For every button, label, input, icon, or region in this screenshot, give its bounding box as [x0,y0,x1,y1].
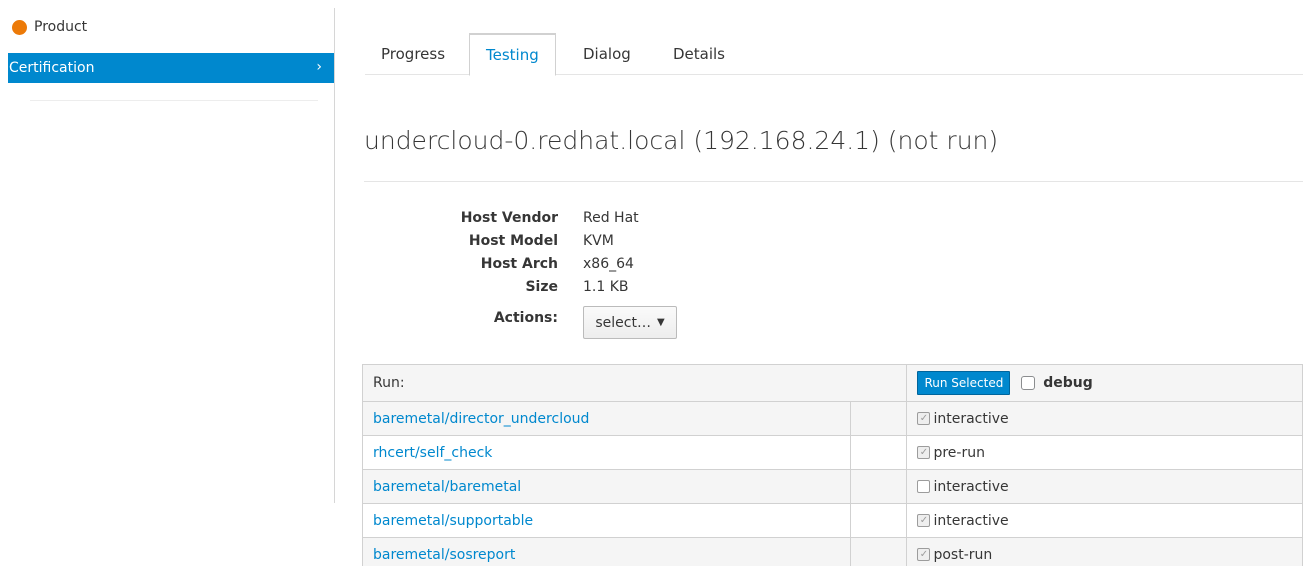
run-table: Run: Run Selected debug baremetal/direct… [361,364,1303,566]
blank-cell [849,435,908,470]
blank-cell [849,503,908,538]
chevron-right-icon: › [316,59,322,75]
table-row: baremetal/director_undercloud ✓ interacti… [362,401,1303,436]
option-label: interactive [933,410,1009,427]
test-name-cell: baremetal/baremetal [362,469,851,504]
test-name-cell: baremetal/sosreport [362,537,851,566]
run-controls-header: Run Selected debug [906,364,1303,402]
test-link[interactable]: baremetal/sosreport [373,547,515,563]
option-checkbox[interactable]: ✓ [917,412,931,425]
detail-row-size: Size 1.1 KB [380,279,980,299]
detail-label: Size [525,279,558,295]
option-label: interactive [933,512,1009,529]
title-divider [364,181,1303,182]
tab-progress[interactable]: Progress [365,33,461,75]
option-cell: interactive [906,469,1303,504]
tab-dialog[interactable]: Dialog [567,33,647,75]
status-dot-icon [13,20,26,34]
detail-value: KVM [583,233,614,249]
tab-testing[interactable]: Testing [469,33,556,76]
option-label: post-run [933,546,993,563]
detail-label: Host Model [468,233,558,249]
detail-value: Red Hat [583,210,639,226]
option-checkbox[interactable]: ✓ [917,446,931,459]
table-row: rhcert/self_check ✓ pre-run [362,435,1303,470]
nav-item-product-label: Product [34,19,88,35]
chevron-down-icon: ▼ [656,317,665,328]
option-label: interactive [933,478,1009,495]
actions-dropdown[interactable]: select… ▼ [583,306,677,339]
option-label: pre-run [933,444,985,461]
blank-cell [849,469,908,504]
test-link[interactable]: baremetal/director_undercloud [373,411,589,427]
sidebar: Product Certification › [8,8,335,503]
test-link[interactable]: baremetal/baremetal [373,479,521,495]
option-cell: ✓ interactive [906,503,1303,538]
test-name-cell: baremetal/supportable [362,503,851,538]
option-cell: ✓ post-run [906,537,1303,566]
table-row: baremetal/supportable ✓ interactive [362,503,1303,538]
detail-label: Actions: [493,310,558,326]
debug-checkbox[interactable] [1020,376,1035,390]
detail-label: Host Vendor [460,210,558,226]
tab-bar: Progress Testing Dialog Details [365,33,1303,76]
blank-cell [849,537,908,566]
table-row: baremetal/baremetal interactive [362,469,1303,504]
page-title: undercloud-0.redhat.local (192.168.24.1)… [364,126,999,155]
actions-dropdown-label: select… [595,314,651,331]
option-checkbox[interactable]: ✓ [917,514,931,527]
option-cell: ✓ interactive [906,401,1303,436]
nav-item-certification[interactable]: Certification › [8,53,334,83]
debug-label: debug [1043,375,1093,391]
blank-cell [849,401,908,436]
run-column-header: Run: [361,364,908,402]
test-link[interactable]: rhcert/self_check [373,445,492,461]
run-selected-button[interactable]: Run Selected [917,371,1011,395]
test-link[interactable]: baremetal/supportable [373,513,533,529]
option-cell: ✓ pre-run [906,435,1303,470]
test-name-cell: baremetal/director_undercloud [362,401,851,436]
nav-item-certification-label: Certification [9,60,95,76]
sidebar-divider [30,100,318,101]
detail-value: 1.1 KB [583,279,629,295]
detail-row-arch: Host Arch x86_64 [380,256,980,276]
table-row: baremetal/sosreport ✓ post-run [362,537,1303,566]
option-checkbox[interactable]: ✓ [917,548,931,561]
test-name-cell: rhcert/self_check [362,435,851,470]
option-checkbox[interactable] [917,480,931,493]
detail-label: Host Arch [480,256,558,272]
nav-item-product[interactable]: Product [8,16,87,38]
tab-details[interactable]: Details [657,33,741,75]
table-header-row: Run: Run Selected debug [361,364,1303,402]
detail-row-actions: Actions: [380,310,980,330]
detail-row-model: Host Model KVM [380,233,980,253]
detail-row-vendor: Host Vendor Red Hat [380,210,980,230]
detail-value: x86_64 [583,256,634,272]
